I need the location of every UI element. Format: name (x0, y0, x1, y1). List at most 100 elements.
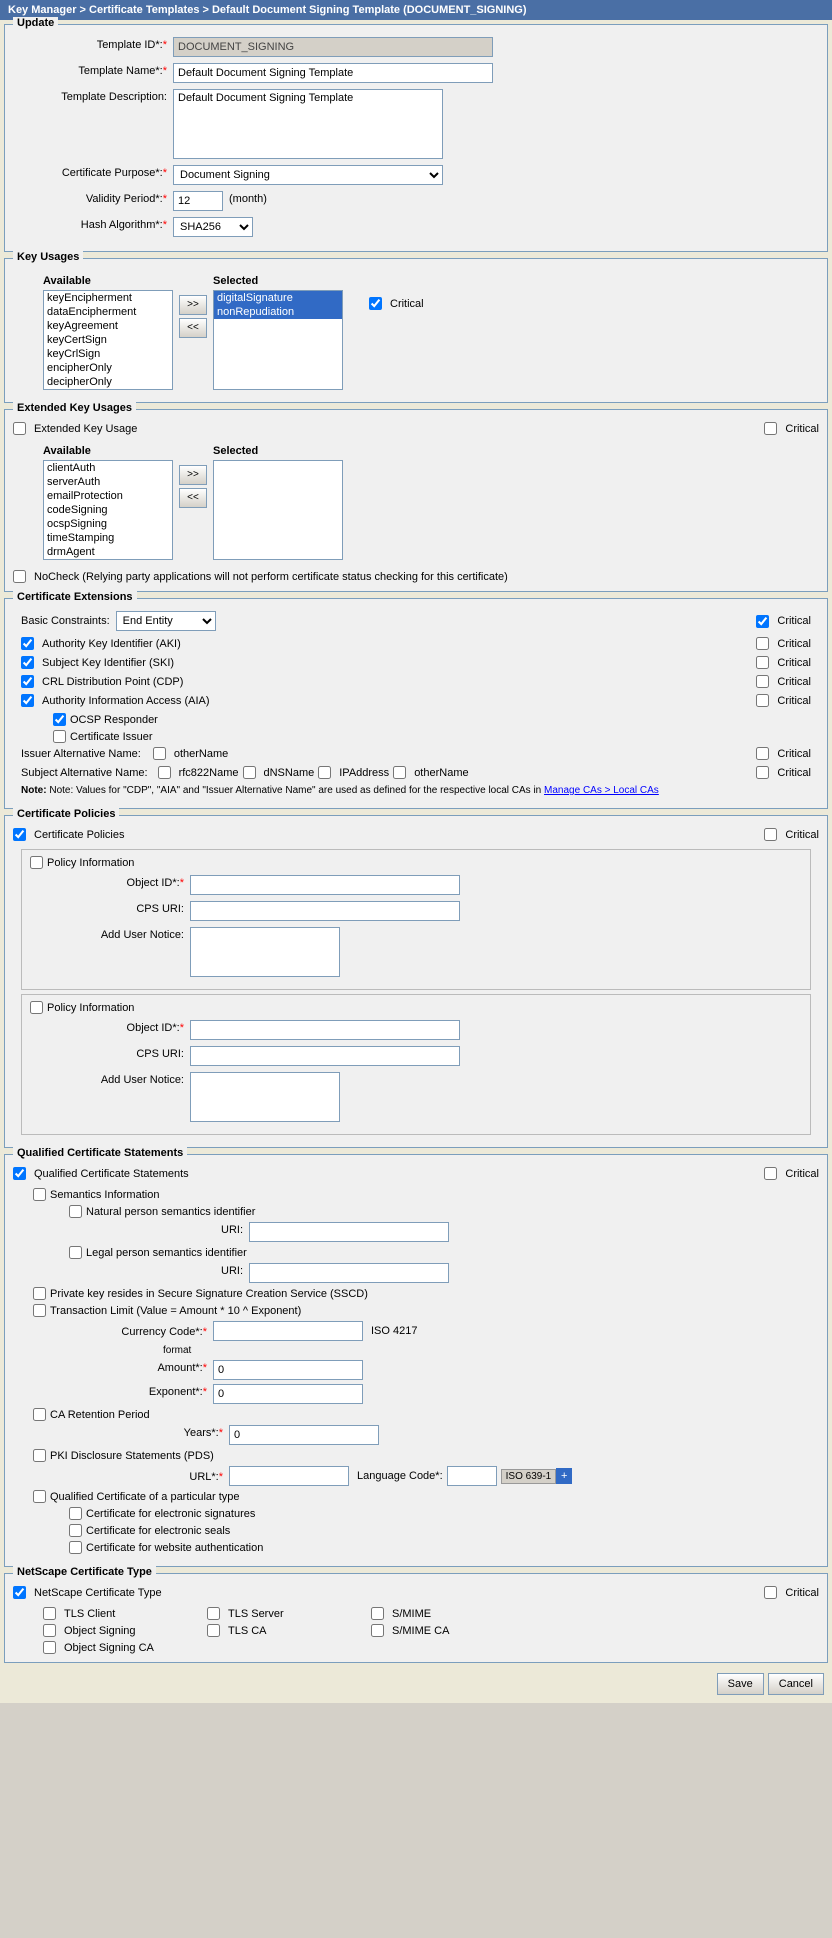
electronic-seals-checkbox[interactable] (69, 1524, 82, 1537)
available-list[interactable]: keyEncipherment dataEncipherment keyAgre… (43, 290, 173, 390)
basic-constraints-critical-checkbox[interactable] (756, 615, 769, 628)
list-item[interactable]: keyCertSign (44, 333, 172, 347)
nct-checkbox-row[interactable]: NetScape Certificate Type (13, 1586, 162, 1599)
cert-issuer-checkbox[interactable] (53, 730, 66, 743)
tls-ca-row[interactable]: TLS CA (207, 1624, 367, 1637)
ca-retention-checkbox[interactable] (33, 1408, 46, 1421)
qualified-cert-type-checkbox[interactable] (33, 1490, 46, 1503)
object-id-2-input[interactable] (190, 1020, 460, 1040)
qcs-checkbox-row[interactable]: Qualified Certificate Statements (13, 1167, 189, 1180)
qcs-checkbox[interactable] (13, 1167, 26, 1180)
add-user-notice-2-textarea[interactable] (190, 1072, 340, 1122)
cert-purpose-select[interactable]: Document Signing (173, 165, 443, 185)
hash-algo-select[interactable]: SHA256 (173, 217, 253, 237)
eku-critical-checkbox[interactable] (764, 422, 777, 435)
list-item[interactable]: ocspSigning (44, 517, 172, 531)
dnsname-checkbox[interactable] (243, 766, 256, 779)
move-left-btn[interactable]: << (179, 318, 207, 338)
cdp-critical-row[interactable]: Critical (756, 675, 811, 688)
language-code-input[interactable] (447, 1466, 497, 1486)
cdp-checkbox[interactable] (21, 675, 34, 688)
issuer-alt-critical-checkbox[interactable] (756, 747, 769, 760)
tls-client-checkbox[interactable] (43, 1607, 56, 1620)
cert-policies-checkbox[interactable] (13, 828, 26, 841)
url-input[interactable] (229, 1466, 349, 1486)
smime-row[interactable]: S/MIME (371, 1607, 531, 1620)
natural-person-checkbox[interactable] (69, 1205, 82, 1218)
currency-code-input[interactable] (213, 1321, 363, 1341)
tls-server-checkbox[interactable] (207, 1607, 220, 1620)
eku-checkbox-row[interactable]: Extended Key Usage (13, 422, 137, 435)
save-button[interactable]: Save (717, 1673, 764, 1695)
ski-critical-checkbox[interactable] (756, 656, 769, 669)
validity-period-input[interactable] (173, 191, 223, 211)
electronic-sig-checkbox[interactable] (69, 1507, 82, 1520)
aia-critical-row[interactable]: Critical (756, 694, 811, 707)
issuer-alt-critical-row[interactable]: Critical (756, 747, 811, 760)
list-item[interactable]: decipherOnly (44, 375, 172, 389)
object-id-1-input[interactable] (190, 875, 460, 895)
tls-client-row[interactable]: TLS Client (43, 1607, 203, 1620)
list-item[interactable]: drmAgent (44, 545, 172, 559)
object-signing-ca-checkbox[interactable] (43, 1641, 56, 1654)
list-item[interactable]: codeSigning (44, 503, 172, 517)
subject-othername-checkbox[interactable] (393, 766, 406, 779)
object-signing-row[interactable]: Object Signing (43, 1624, 203, 1637)
list-item[interactable]: timeStamping (44, 531, 172, 545)
list-item[interactable]: keyCrlSign (44, 347, 172, 361)
cps-uri-1-input[interactable] (190, 901, 460, 921)
add-user-notice-1-textarea[interactable] (190, 927, 340, 977)
basic-constraints-critical-row[interactable]: Critical (756, 615, 811, 628)
subject-alt-critical-checkbox[interactable] (756, 766, 769, 779)
smime-ca-checkbox[interactable] (371, 1624, 384, 1637)
exponent-input[interactable] (213, 1384, 363, 1404)
eku-move-right-btn[interactable]: >> (179, 465, 207, 485)
issuer-alt-othername-row[interactable]: otherName (153, 747, 228, 760)
cps-uri-2-input[interactable] (190, 1046, 460, 1066)
pki-disclosure-checkbox[interactable] (33, 1449, 46, 1462)
rfc822-row[interactable]: rfc822Name (158, 766, 239, 779)
rfc822-checkbox[interactable] (158, 766, 171, 779)
issuer-alt-othername-checkbox[interactable] (153, 747, 166, 760)
critical-checkbox[interactable] (369, 297, 382, 310)
list-item[interactable]: clientAuth (44, 461, 172, 475)
object-signing-ca-row[interactable]: Object Signing CA (43, 1641, 203, 1654)
manage-cas-link[interactable]: Manage CAs > Local CAs (544, 785, 659, 796)
eku-available-list[interactable]: clientAuth serverAuth emailProtection co… (43, 460, 173, 560)
list-item[interactable]: nonRepudiation (214, 305, 342, 319)
list-item[interactable]: serverAuth (44, 475, 172, 489)
years-input[interactable] (229, 1425, 379, 1445)
policy-info-2-checkbox[interactable] (30, 1001, 43, 1014)
nct-checkbox[interactable] (13, 1586, 26, 1599)
move-right-btn[interactable]: >> (179, 295, 207, 315)
critical-checkbox-row[interactable]: Critical (369, 297, 424, 310)
ipaddress-checkbox[interactable] (318, 766, 331, 779)
aki-critical-checkbox[interactable] (756, 637, 769, 650)
template-id-input[interactable] (173, 37, 493, 57)
private-key-checkbox[interactable] (33, 1287, 46, 1300)
eku-selected-list[interactable] (213, 460, 343, 560)
object-signing-checkbox[interactable] (43, 1624, 56, 1637)
tls-ca-checkbox[interactable] (207, 1624, 220, 1637)
ipaddress-row[interactable]: IPAddress (318, 766, 389, 779)
template-name-input[interactable] (173, 63, 493, 83)
cert-policies-checkbox-row[interactable]: Certificate Policies (13, 828, 124, 841)
cancel-button[interactable]: Cancel (768, 1673, 824, 1695)
natural-person-uri-input[interactable] (249, 1222, 449, 1242)
aia-critical-checkbox[interactable] (756, 694, 769, 707)
legal-person-checkbox[interactable] (69, 1246, 82, 1259)
policy-info-1-checkbox[interactable] (30, 856, 43, 869)
basic-constraints-select[interactable]: End Entity CA (116, 611, 216, 631)
amount-input[interactable] (213, 1360, 363, 1380)
nocheck-row[interactable]: NoCheck (Relying party applications will… (13, 570, 819, 583)
eku-move-left-btn[interactable]: << (179, 488, 207, 508)
ocsp-checkbox[interactable] (53, 713, 66, 726)
ski-row[interactable]: Subject Key Identifier (SKI) (21, 656, 174, 669)
semantics-checkbox[interactable] (33, 1188, 46, 1201)
tls-server-row[interactable]: TLS Server (207, 1607, 367, 1620)
subject-othername-row[interactable]: otherName (393, 766, 468, 779)
cert-policies-critical-checkbox[interactable] (764, 828, 777, 841)
list-item[interactable]: keyAgreement (44, 319, 172, 333)
list-item[interactable]: digitalSignature (214, 291, 342, 305)
website-auth-checkbox[interactable] (69, 1541, 82, 1554)
